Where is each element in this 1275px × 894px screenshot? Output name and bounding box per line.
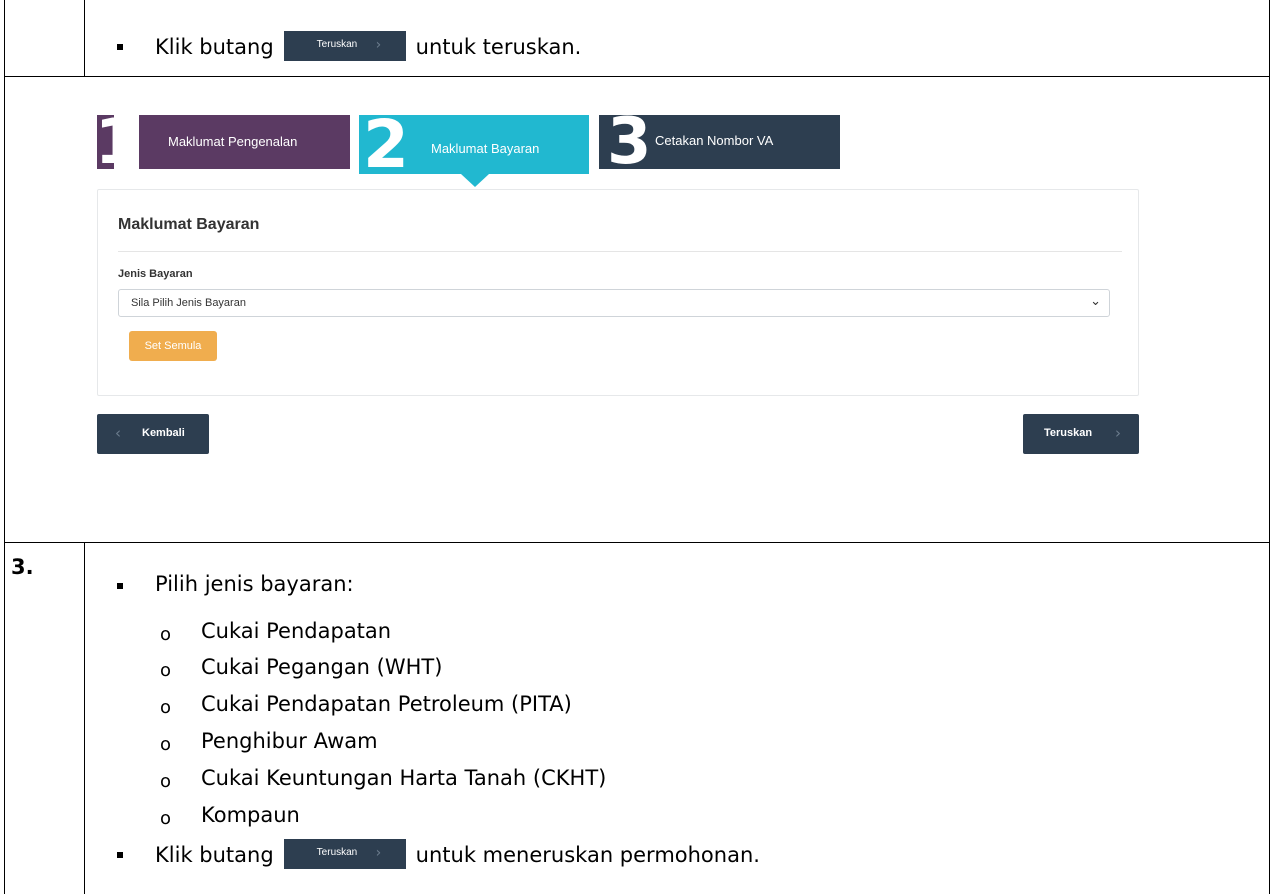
next-button-label: Teruskan (1044, 427, 1093, 439)
active-step-arrow (461, 174, 489, 187)
table-left-border (4, 0, 5, 894)
bullet-square (117, 44, 123, 50)
chevron-left-icon: ‹ (115, 424, 121, 442)
payment-option: Penghibur Awam (201, 729, 378, 753)
next-button[interactable]: Teruskan › (1023, 414, 1139, 454)
row1-instruction: Klik butang Teruskan › untuk teruskan. (155, 31, 582, 63)
bullet-square (117, 852, 123, 858)
step-2-number: 2 (363, 106, 409, 183)
wizard-step-1: 1 Maklumat Pengenalan (95, 109, 350, 175)
step3-instruction: Klik butang Teruskan › untuk meneruskan per… (155, 839, 760, 871)
card-title: Maklumat Bayaran (118, 216, 260, 233)
step3-instruction-after: untuk meneruskan permohonan. (415, 843, 760, 867)
card-divider (118, 251, 1122, 252)
wizard-step-3: 3 Cetakan Nombor VA (599, 109, 840, 175)
step-3-number: 3 (607, 105, 652, 179)
bullet-circle: o (160, 624, 172, 645)
bullet-circle: o (160, 697, 172, 718)
chevron-right-icon: › (375, 845, 382, 861)
inline-teruskan-button-image: Teruskan › (283, 31, 406, 61)
payment-option: Cukai Pendapatan Petroleum (PITA) (201, 692, 572, 716)
payment-type-select[interactable]: Sila Pilih Jenis Bayaran ⌄ (118, 289, 1110, 317)
table-right-border (1269, 0, 1270, 894)
step3-instruction-before: Klik butang (155, 843, 274, 867)
bullet-circle: o (160, 771, 172, 792)
bullet-square (117, 583, 123, 589)
row1-instruction-after: untuk teruskan. (415, 35, 582, 59)
bullet-circle: o (160, 808, 172, 829)
reset-button[interactable]: Set Semula (129, 331, 217, 361)
table-column-divider-bottom (84, 543, 85, 894)
inline-button-label: Teruskan (316, 847, 358, 858)
payment-option: Cukai Pendapatan (201, 619, 392, 643)
chevron-down-icon: ⌄ (1090, 294, 1101, 309)
step-number: 3. (11, 555, 34, 579)
back-button-label: Kembali (142, 427, 185, 439)
step-1-label: Maklumat Pengenalan (168, 134, 298, 149)
payment-info-card: Maklumat Bayaran Jenis Bayaran Sila Pili… (97, 189, 1139, 396)
payment-option: Cukai Keuntungan Harta Tanah (CKHT) (201, 766, 607, 790)
payment-option: Cukai Pegangan (WHT) (201, 655, 443, 679)
table-row-divider-2 (4, 542, 1270, 543)
inline-teruskan-button-image: Teruskan › (283, 839, 406, 869)
payment-type-selected-value: Sila Pilih Jenis Bayaran (131, 297, 246, 309)
step-2-label: Maklumat Bayaran (431, 141, 540, 156)
back-button[interactable]: ‹ Kembali (97, 414, 209, 454)
table-row-divider-1 (4, 76, 1270, 77)
payment-type-label: Jenis Bayaran (118, 268, 193, 280)
step-3-label: Cetakan Nombor VA (655, 133, 774, 148)
chevron-right-icon: › (375, 37, 382, 53)
bullet-circle: o (160, 660, 172, 681)
table-column-divider-top (84, 0, 85, 77)
payment-option: Kompaun (201, 803, 300, 827)
row1-instruction-before: Klik butang (155, 35, 274, 59)
step3-intro: Pilih jenis bayaran: (155, 572, 354, 596)
bullet-circle: o (160, 734, 172, 755)
inline-button-label: Teruskan (316, 39, 358, 50)
wizard-step-2: 2 Maklumat Bayaran (359, 111, 589, 187)
step-1-number: 1 (95, 105, 139, 178)
chevron-right-icon: › (1115, 424, 1121, 442)
